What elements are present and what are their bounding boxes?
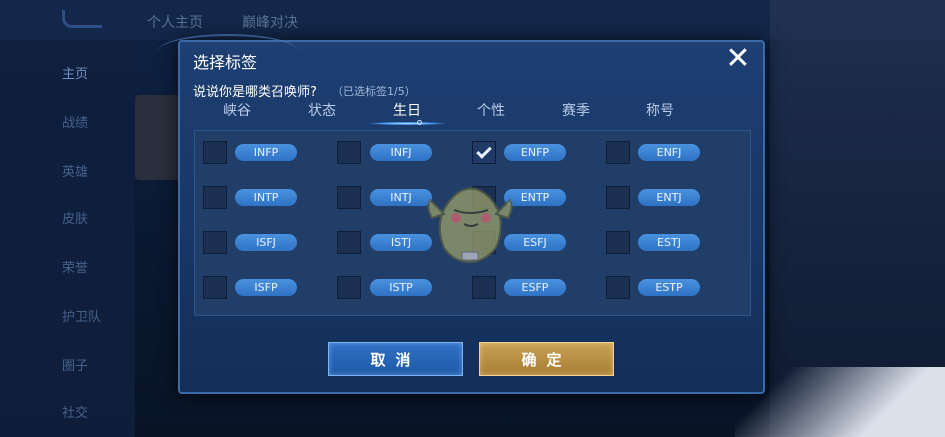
tag-checkbox[interactable]: [337, 276, 361, 299]
tag-pill[interactable]: INFP: [235, 144, 297, 161]
cancel-button[interactable]: 取消: [328, 342, 463, 376]
tag-checkbox[interactable]: [203, 231, 227, 254]
selected-counter: （已选标签1/5）: [332, 85, 416, 98]
tag-pill[interactable]: ISFJ: [235, 234, 297, 251]
active-tab-dot: [417, 120, 422, 125]
tag-checkbox[interactable]: [203, 186, 227, 209]
tag-checkbox[interactable]: [606, 141, 630, 164]
bg-side-item: 英雄: [62, 165, 89, 180]
bg-side-item: 主页: [62, 67, 89, 82]
check-icon: [476, 143, 492, 159]
close-icon[interactable]: ✕: [723, 44, 753, 74]
tag-pill[interactable]: INTP: [235, 189, 297, 206]
bg-tab-home: 个人主页: [147, 15, 203, 31]
bg-side-item: 皮肤: [62, 212, 89, 227]
tag-pill[interactable]: ESTJ: [638, 234, 700, 251]
category-tabs: 峡谷 状态 生日 个性 赛季 称号: [194, 100, 754, 128]
tag-pill[interactable]: ENFJ: [638, 144, 700, 161]
tab-personality[interactable]: 个性: [463, 100, 519, 120]
tag-pill[interactable]: ISTJ: [370, 234, 432, 251]
tab-canyon[interactable]: 峡谷: [209, 100, 265, 120]
tag-checkbox[interactable]: [606, 276, 630, 299]
bg-side-item: 社交: [62, 406, 89, 421]
tag-checkbox[interactable]: [337, 186, 361, 209]
tag-pill[interactable]: INTJ: [370, 189, 432, 206]
tag-checkbox[interactable]: [337, 231, 361, 254]
watermark-fade: [735, 367, 945, 437]
tag-pill[interactable]: ENTJ: [638, 189, 700, 206]
bg-side-item: 圈子: [62, 359, 89, 374]
bg-side-item: 荣誉: [62, 261, 89, 276]
tag-pill[interactable]: INFJ: [370, 144, 432, 161]
tag-pill[interactable]: ISFP: [235, 279, 297, 296]
confirm-button[interactable]: 确定: [479, 342, 614, 376]
question-text: 说说你是哪类召唤师?: [193, 85, 317, 100]
back-icon: [62, 10, 102, 28]
tag-checkbox[interactable]: [606, 186, 630, 209]
tag-checkbox[interactable]: [472, 276, 496, 299]
tag-pill[interactable]: ESFP: [504, 279, 566, 296]
bg-side-item: 护卫队: [62, 310, 102, 325]
dialog-title: 选择标签: [193, 53, 258, 72]
tag-pill[interactable]: ENFP: [504, 144, 566, 161]
tab-season[interactable]: 赛季: [548, 100, 604, 120]
bg-side-item: 战绩: [62, 116, 89, 131]
tag-checkbox[interactable]: [606, 231, 630, 254]
tag-checkbox[interactable]: [203, 276, 227, 299]
tag-checkbox[interactable]: [337, 141, 361, 164]
tab-birthday[interactable]: 生日: [379, 100, 435, 120]
tag-checkbox-checked[interactable]: [472, 141, 496, 164]
background-sidebar: 主页 战绩 英雄 皮肤 荣誉 护卫队 圈子 社交: [0, 40, 135, 437]
tab-title[interactable]: 称号: [632, 100, 688, 120]
tag-pill[interactable]: ISTP: [370, 279, 432, 296]
active-tab-indicator: [369, 122, 445, 125]
bg-tab-peak: 巅峰对决: [242, 15, 298, 31]
tag-checkbox[interactable]: [203, 141, 227, 164]
watermark-mascot-icon: [427, 187, 513, 264]
tab-status[interactable]: 状态: [294, 100, 350, 120]
tag-pill[interactable]: ESTP: [638, 279, 700, 296]
